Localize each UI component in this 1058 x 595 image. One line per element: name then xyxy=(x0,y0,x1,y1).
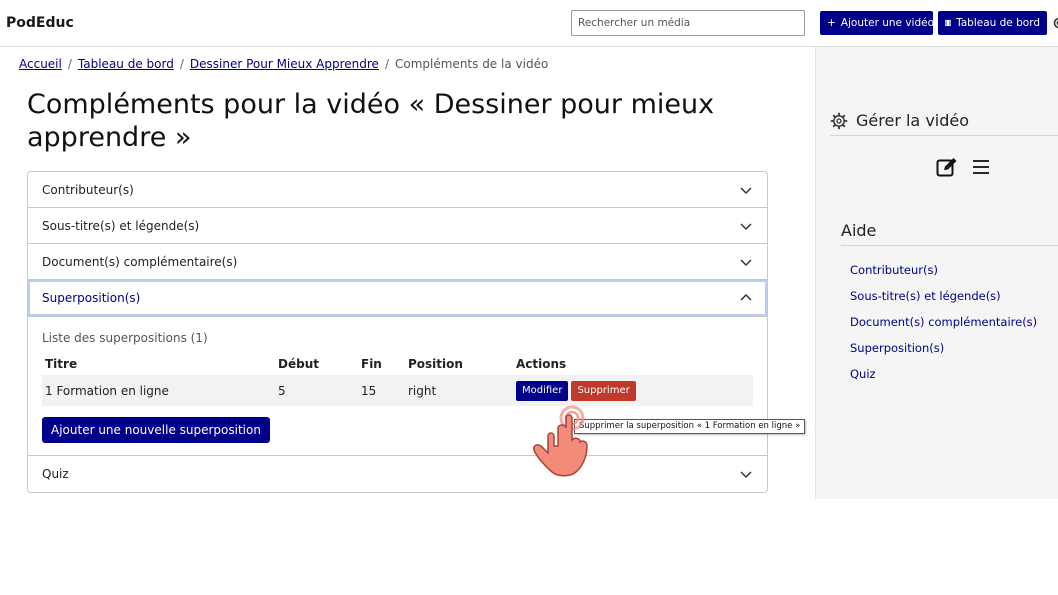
sidebar-divider xyxy=(841,245,1058,246)
top-navbar: PodEduc + Ajouter une vidéo Tableau de b… xyxy=(0,0,1058,47)
breadcrumb-separator: / xyxy=(179,57,184,71)
menu-icon[interactable] xyxy=(972,157,990,177)
accordion-subtitles-label: Sous-titre(s) et légende(s) xyxy=(42,218,200,233)
help-link-documents[interactable]: Document(s) complémentaire(s) xyxy=(850,315,1037,341)
sidebar: Gérer la vidéo Aide Contributeur(s) Sous… xyxy=(815,47,1058,499)
accordion-overlays-body: Liste des superpositions (1) Titre Début… xyxy=(28,317,767,456)
accordion-quiz-header[interactable]: Quiz xyxy=(28,456,767,492)
chevron-down-icon xyxy=(740,471,752,479)
add-video-label: Ajouter une vidéo xyxy=(840,17,935,29)
column-header-end: Fin xyxy=(361,357,382,371)
plus-icon: + xyxy=(827,17,836,29)
edit-overlay-button[interactable]: Modifier xyxy=(516,380,569,401)
page-title: Compléments pour la vidéo « Dessiner pou… xyxy=(27,89,715,153)
accordion-overlays-label: Superposition(s) xyxy=(42,291,141,305)
brand-logo[interactable]: PodEduc xyxy=(6,15,74,31)
column-header-start: Début xyxy=(278,357,319,371)
pointer-hand-icon xyxy=(533,405,588,477)
chevron-down-icon xyxy=(740,258,752,266)
help-link-overlays[interactable]: Superposition(s) xyxy=(850,341,1037,367)
breadcrumb-current: Compléments de la vidéo xyxy=(395,57,549,71)
column-header-actions: Actions xyxy=(516,357,567,371)
overlay-start-cell: 5 xyxy=(275,375,358,406)
accordion-overlays-header[interactable]: Superposition(s) xyxy=(28,280,767,317)
overlay-position-cell: right xyxy=(405,375,513,406)
breadcrumb-video-link[interactable]: Dessiner Pour Mieux Apprendre xyxy=(190,57,379,71)
help-link-contributors[interactable]: Contributeur(s) xyxy=(850,263,1037,289)
dashboard-label: Tableau de bord xyxy=(956,17,1040,29)
film-icon xyxy=(945,19,952,27)
help-title: Aide xyxy=(841,221,877,240)
gear-icon xyxy=(830,112,848,129)
breadcrumb-home-link[interactable]: Accueil xyxy=(19,57,62,71)
overlay-end-cell: 15 xyxy=(358,375,405,406)
delete-tooltip: Supprimer la superposition « 1 Formation… xyxy=(574,419,806,434)
accordion-documents-label: Document(s) complémentaire(s) xyxy=(42,254,238,269)
accordion-contributors-header[interactable]: Contributeur(s) xyxy=(28,172,767,208)
overlays-table: Titre Début Fin Position Actions 1 Forma… xyxy=(42,353,753,406)
breadcrumb: Accueil / Tableau de bord / Dessiner Pou… xyxy=(19,57,548,71)
help-links-list: Contributeur(s) Sous-titre(s) et légende… xyxy=(850,263,1037,393)
manage-video-actions xyxy=(936,157,990,177)
column-header-position: Position xyxy=(408,357,463,371)
accordion-subtitles-header[interactable]: Sous-titre(s) et légende(s) xyxy=(28,208,767,244)
breadcrumb-separator: / xyxy=(67,57,72,71)
chevron-up-icon xyxy=(740,293,752,301)
search-input[interactable] xyxy=(571,10,805,36)
table-row: 1 Formation en ligne 5 15 right Modifier… xyxy=(42,375,753,406)
accordion-quiz-label: Quiz xyxy=(42,467,69,481)
breadcrumb-dashboard-link[interactable]: Tableau de bord xyxy=(78,57,174,71)
sidebar-divider xyxy=(830,135,1058,136)
table-header-row: Titre Début Fin Position Actions xyxy=(42,353,753,375)
help-link-subtitles[interactable]: Sous-titre(s) et légende(s) xyxy=(850,289,1037,315)
completions-accordion: Contributeur(s) Sous-titre(s) et légende… xyxy=(27,171,768,493)
manage-video-label: Gérer la vidéo xyxy=(856,111,970,130)
add-video-button[interactable]: + Ajouter une vidéo xyxy=(820,11,935,35)
chevron-down-icon xyxy=(740,222,752,230)
overlay-title-cell: 1 Formation en ligne xyxy=(42,375,275,406)
edit-icon[interactable] xyxy=(936,157,958,177)
delete-overlay-button[interactable]: Supprimer xyxy=(571,380,636,401)
accordion-documents-header[interactable]: Document(s) complémentaire(s) xyxy=(28,244,767,280)
breadcrumb-separator: / xyxy=(384,57,389,71)
gear-icon[interactable] xyxy=(1052,15,1058,31)
chevron-down-icon xyxy=(740,186,752,194)
overlays-list-caption: Liste des superpositions (1) xyxy=(42,331,208,345)
dashboard-button[interactable]: Tableau de bord xyxy=(938,11,1047,35)
add-overlay-button[interactable]: Ajouter une nouvelle superposition xyxy=(42,417,270,443)
help-link-quiz[interactable]: Quiz xyxy=(850,367,1037,393)
manage-video-title: Gérer la vidéo xyxy=(830,111,969,130)
accordion-contributors-label: Contributeur(s) xyxy=(42,182,134,197)
column-header-title: Titre xyxy=(45,357,78,371)
